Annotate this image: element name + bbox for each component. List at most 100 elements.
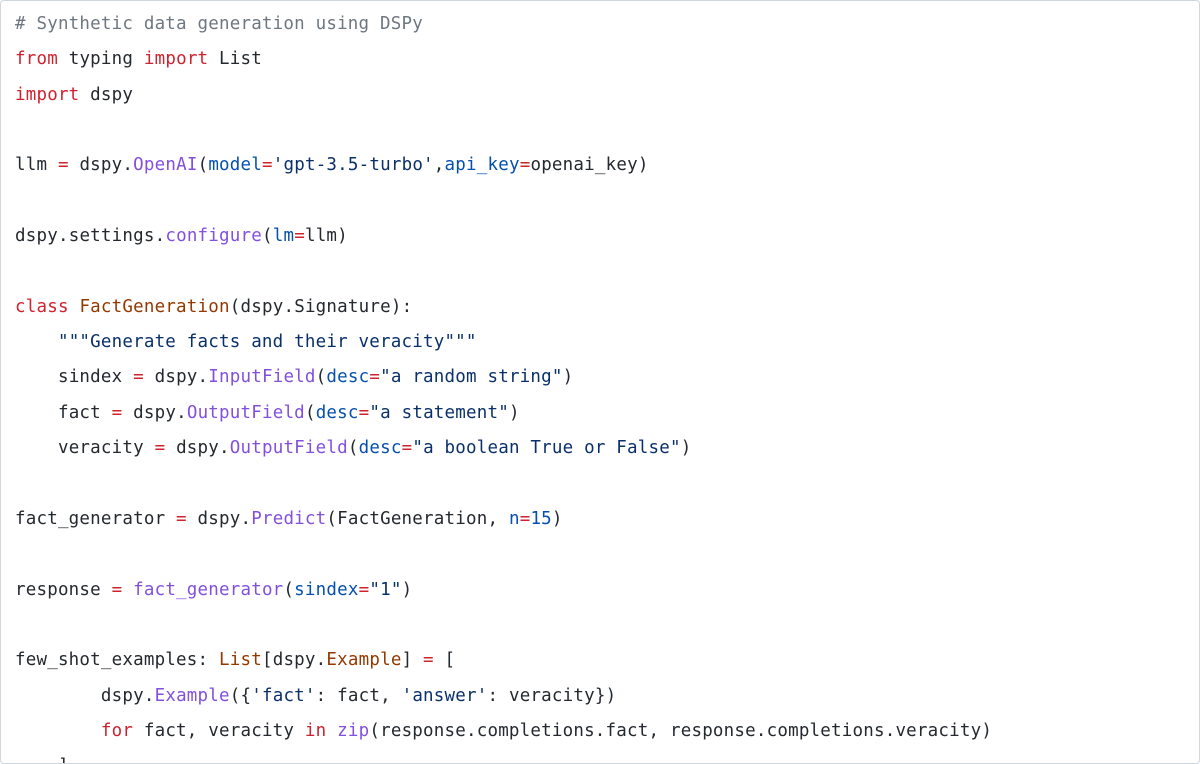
dot: . xyxy=(240,509,251,529)
lbracket: [ xyxy=(262,650,273,670)
var-openai-key: openai_key xyxy=(530,155,637,175)
attr-settings: settings xyxy=(69,226,155,246)
paren-close: ) xyxy=(563,367,574,387)
paren-open: ( xyxy=(369,721,380,741)
paren-close: ) xyxy=(638,155,649,175)
var-response: response xyxy=(15,580,101,600)
str-fact: 'fact' xyxy=(251,686,315,706)
kw-import: import xyxy=(144,49,208,69)
paren-open: ( xyxy=(305,403,316,423)
paren-open: ( xyxy=(316,367,327,387)
var-fact: fact xyxy=(58,403,101,423)
colon: : xyxy=(487,686,508,706)
cls-example: Example xyxy=(326,650,401,670)
op-eq: = xyxy=(520,509,531,529)
dot: . xyxy=(176,403,187,423)
code-comment: # Synthetic data generation using DSPy xyxy=(15,14,423,34)
op-eq: = xyxy=(294,226,305,246)
fn-predict: Predict xyxy=(251,509,326,529)
mod-dspy: dspy xyxy=(198,509,241,529)
op-eq: = xyxy=(402,438,413,458)
var-llm: llm xyxy=(15,155,47,175)
mod-typing: typing xyxy=(69,49,133,69)
list-close: ] xyxy=(58,756,69,764)
kw-from: from xyxy=(15,49,58,69)
dot: . xyxy=(58,226,69,246)
var-veracity: veracity xyxy=(58,438,144,458)
var-veracity: veracity xyxy=(509,686,595,706)
fn-openai: OpenAI xyxy=(133,155,197,175)
colon: : xyxy=(198,650,219,670)
code-block: # Synthetic data generation using DSPy f… xyxy=(0,0,1200,764)
kwarg-desc: desc xyxy=(316,403,359,423)
op-eq: = xyxy=(262,155,273,175)
kw-class: class xyxy=(15,297,69,317)
kwarg-apikey: api_key xyxy=(445,155,520,175)
kw-import: import xyxy=(15,85,79,105)
dot: . xyxy=(316,650,327,670)
mod-dspy: dspy xyxy=(241,297,284,317)
mod-dspy: dspy xyxy=(101,686,144,706)
type-list: List xyxy=(219,650,262,670)
mod-dspy: dspy xyxy=(133,403,176,423)
op-eq: = xyxy=(122,367,154,387)
paren-open: ( xyxy=(326,509,337,529)
op-eq: = xyxy=(165,509,197,529)
kwarg-desc: desc xyxy=(326,367,369,387)
cls-factgeneration: FactGeneration xyxy=(337,509,487,529)
call-fact-generator: fact_generator xyxy=(133,580,283,600)
str-answer: 'answer' xyxy=(402,686,488,706)
kwarg-lm: lm xyxy=(273,226,294,246)
paren-close: ) xyxy=(402,580,413,600)
dot: . xyxy=(283,297,294,317)
op-eq: = xyxy=(520,155,531,175)
mod-dspy: dspy xyxy=(15,226,58,246)
paren-close: ) xyxy=(552,509,563,529)
op-eq: = xyxy=(369,367,380,387)
paren-open: ( xyxy=(262,226,273,246)
list-open: [ xyxy=(445,650,456,670)
str-stmt: "a statement" xyxy=(369,403,509,423)
space xyxy=(326,721,337,741)
str-model: 'gpt-3.5-turbo' xyxy=(273,155,434,175)
var-fact-generator: fact_generator xyxy=(15,509,165,529)
kw-for: for xyxy=(101,721,133,741)
paren-close-colon: ): xyxy=(391,297,412,317)
fn-example: Example xyxy=(155,686,230,706)
dot: . xyxy=(155,226,166,246)
open-brace: ({ xyxy=(230,686,251,706)
op-eq: = xyxy=(47,155,79,175)
mod-dspy: dspy xyxy=(90,85,133,105)
paren-close: ) xyxy=(981,721,992,741)
fn-inputfield: InputField xyxy=(208,367,315,387)
docstring: """Generate facts and their veracity""" xyxy=(58,332,477,352)
comma: , xyxy=(649,721,670,741)
op-eq: = xyxy=(359,580,370,600)
kwarg-desc: desc xyxy=(359,438,402,458)
str-rand: "a random string" xyxy=(380,367,563,387)
expr-b: response.completions.veracity xyxy=(670,721,981,741)
comma: , xyxy=(434,155,445,175)
dot: . xyxy=(198,367,209,387)
kwarg-sindex: sindex xyxy=(294,580,358,600)
cls-signature: Signature xyxy=(294,297,391,317)
op-eq: = xyxy=(359,403,370,423)
cls-factgeneration: FactGeneration xyxy=(79,297,229,317)
op-eq: = xyxy=(144,438,176,458)
str-1: "1" xyxy=(369,580,401,600)
kwarg-n: n xyxy=(509,509,520,529)
var-llm: llm xyxy=(305,226,337,246)
var-sindex: sindex xyxy=(58,367,122,387)
paren-open: ( xyxy=(283,580,294,600)
paren-open: ( xyxy=(198,155,209,175)
mod-dspy: dspy xyxy=(155,367,198,387)
num-15: 15 xyxy=(530,509,551,529)
var-fact: fact xyxy=(337,686,380,706)
kw-in: in xyxy=(305,721,326,741)
str-bool: "a boolean True or False" xyxy=(412,438,680,458)
paren-open: ( xyxy=(348,438,359,458)
mod-dspy: dspy xyxy=(79,155,122,175)
op-eq: = xyxy=(101,580,133,600)
kwarg-model: model xyxy=(208,155,262,175)
var-few-shot: few_shot_examples xyxy=(15,650,198,670)
